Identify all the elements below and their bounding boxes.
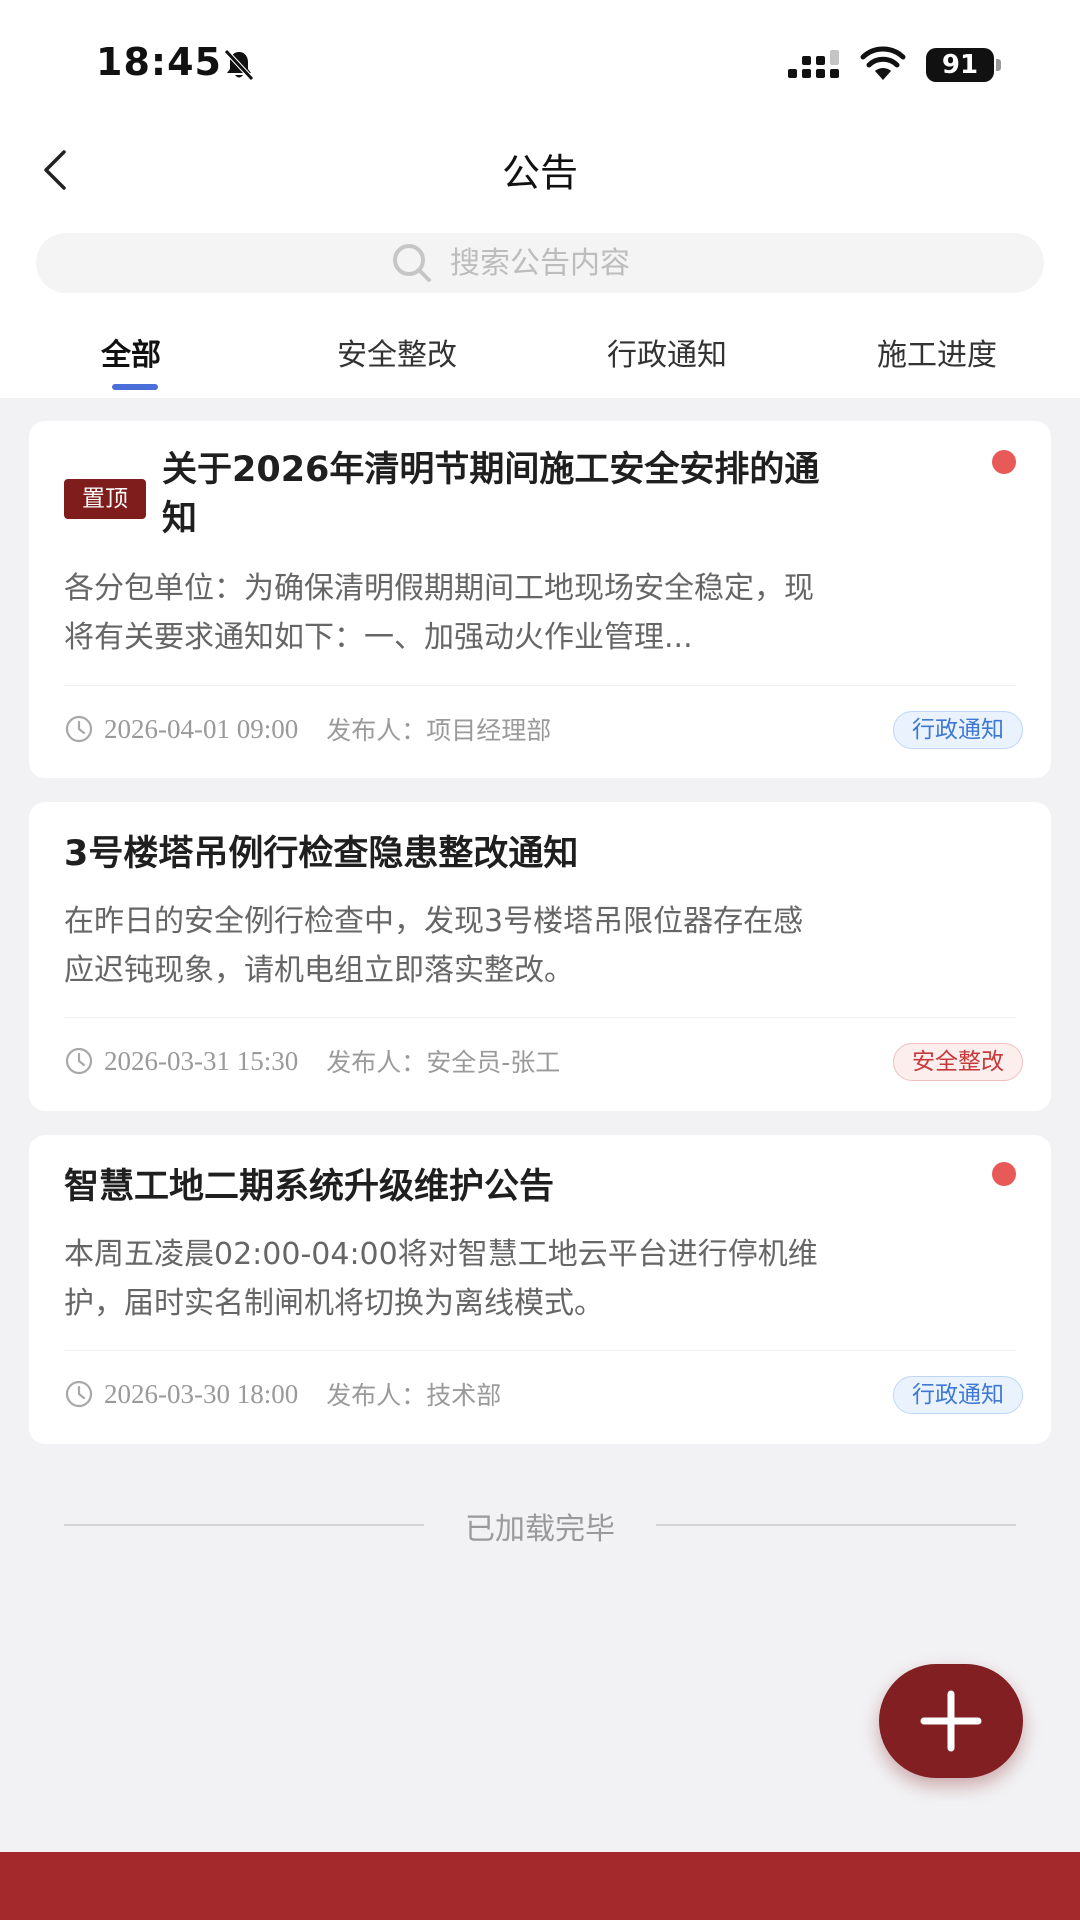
search-input[interactable] (450, 245, 690, 281)
tab-all[interactable]: 全部 (101, 330, 161, 374)
signal-icon (788, 50, 839, 78)
card-divider (64, 1350, 1016, 1351)
bottom-bar (0, 1852, 1080, 1920)
tab-safety-rectification[interactable]: 安全整改 (337, 330, 457, 374)
notice-time: 2026-04-01 09:00 (104, 713, 299, 744)
notice-title: 3号楼塔吊例行检查隐患整改通知 (64, 834, 579, 874)
notice-summary-line2: 护，届时实名制闸机将切换为离线模式。 (64, 1286, 604, 1321)
notice-summary-line1: 本周五凌晨02:00-04:00将对智慧工地云平台进行停机维 (64, 1237, 818, 1272)
notice-title-line2: 知 (162, 499, 198, 539)
clock-icon (65, 1047, 93, 1075)
battery-level: 91 (926, 48, 994, 82)
divider-line-right (656, 1524, 1016, 1526)
notice-meta: 2026-04-01 09:00 发布人：项目经理部 (64, 711, 551, 747)
unread-dot (992, 450, 1016, 474)
battery-cap (996, 59, 1001, 71)
notice-publisher: 发布人：安全员-张工 (326, 1048, 561, 1077)
notice-card[interactable]: 智慧工地二期系统升级维护公告 本周五凌晨02:00-04:00将对智慧工地云平台… (29, 1135, 1051, 1444)
notice-publisher: 发布人：技术部 (326, 1381, 502, 1410)
active-tab-indicator (112, 384, 158, 390)
page-title: 公告 (501, 151, 578, 195)
unread-dot (992, 1162, 1016, 1186)
wifi-icon (860, 46, 906, 80)
clock-icon (65, 715, 93, 743)
tab-admin-notice[interactable]: 行政通知 (607, 330, 727, 374)
search-bar[interactable] (36, 233, 1044, 293)
notice-publisher: 发布人：项目经理部 (326, 716, 552, 745)
category-tag: 行政通知 (893, 1376, 1023, 1414)
notice-summary-line1: 在昨日的安全例行检查中，发现3号楼塔吊限位器存在感 (64, 904, 804, 939)
status-time: 18:45 (96, 40, 222, 84)
notice-card[interactable]: 3号楼塔吊例行检查隐患整改通知 在昨日的安全例行检查中，发现3号楼塔吊限位器存在… (29, 802, 1051, 1111)
card-divider (64, 1017, 1016, 1018)
notice-meta: 2026-03-31 15:30 发布人：安全员-张工 (64, 1043, 560, 1079)
search-icon (393, 244, 431, 282)
notice-meta: 2026-03-30 18:00 发布人：技术部 (64, 1376, 501, 1412)
tab-construction-progress[interactable]: 施工进度 (877, 330, 997, 374)
bell-off-icon (224, 49, 254, 81)
notice-time: 2026-03-31 15:30 (104, 1045, 299, 1076)
notice-summary-line2: 应迟钝现象，请机电组立即落实整改。 (64, 953, 574, 988)
battery-icon: 91 (926, 48, 1002, 82)
clock-icon (65, 1380, 93, 1408)
category-tag: 行政通知 (893, 711, 1023, 749)
category-tabs: 全部 安全整改 行政通知 施工进度 (0, 330, 1080, 398)
notice-summary-line1: 各分包单位：为确保清明假期期间工地现场安全稳定，现 (64, 571, 814, 606)
notice-card[interactable]: 置顶 关于2026年清明节期间施工安全安排的通 知 各分包单位：为确保清明假期期… (29, 421, 1051, 778)
category-tag: 安全整改 (893, 1043, 1023, 1081)
pinned-badge: 置顶 (64, 479, 146, 519)
notice-title: 智慧工地二期系统升级维护公告 (64, 1167, 555, 1207)
add-notice-button[interactable] (879, 1664, 1023, 1778)
loaded-complete-text: 已加载完毕 (465, 1512, 615, 1547)
plus-icon (920, 1690, 982, 1752)
notice-title-line1: 关于2026年清明节期间施工安全安排的通 (162, 450, 820, 490)
notice-time: 2026-03-30 18:00 (104, 1378, 299, 1409)
notice-summary-line2: 将有关要求通知如下：一、加强动火作业管理... (64, 620, 693, 655)
card-divider (64, 685, 1016, 686)
